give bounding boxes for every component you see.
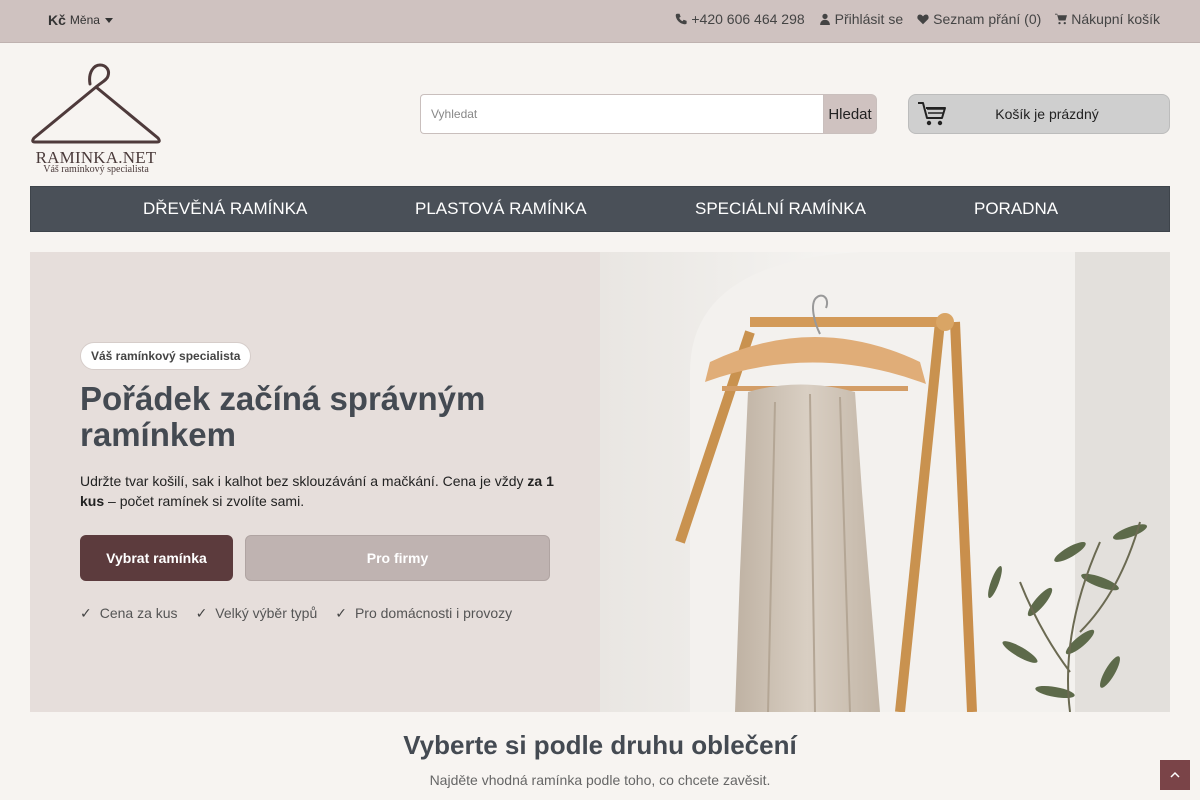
search-button[interactable]: Hledat <box>823 94 877 134</box>
logo[interactable]: RAMINKA.NET Váš ramínkový specialista <box>30 62 162 178</box>
hero-benefits: ✓ Cena za kus ✓ Velký výběr typů ✓ Pro domá… <box>80 605 512 622</box>
nav-item-special[interactable]: SPECIÁLNÍ RAMÍNKA <box>695 187 866 231</box>
top-bar: Kč Měna +420 606 464 298 Přihlásit se Se… <box>0 0 1200 43</box>
benefit-item: ✓ Pro domácnosti i provozy <box>335 605 512 622</box>
wishlist-link[interactable]: Seznam přání (0) <box>917 11 1041 27</box>
search-bar: Hledat <box>420 94 877 134</box>
caret-down-icon <box>104 17 113 23</box>
choose-hangers-button[interactable]: Vybrat ramínka <box>80 535 233 581</box>
cart-link[interactable]: Nákupní košík <box>1055 11 1160 27</box>
hero-text: Udržte tvar košilí, sak i kalhot bez skl… <box>80 471 560 511</box>
heart-icon <box>917 14 929 25</box>
benefit-item: ✓ Cena za kus <box>80 605 178 622</box>
benefit-item: ✓ Velký výběr typů <box>196 605 318 622</box>
section-title: Vyberte si podle druhu oblečení <box>403 730 797 760</box>
login-link[interactable]: Přihlásit se <box>819 11 903 27</box>
cart-box[interactable]: Košík je prázdný <box>908 94 1170 134</box>
cart-link-label: Nákupní košík <box>1071 11 1160 27</box>
phone-link[interactable]: +420 606 464 298 <box>675 11 805 27</box>
nav-item-plastic[interactable]: PLASTOVÁ RAMÍNKA <box>415 187 587 231</box>
benefit-label: Pro domácnosti i provozy <box>354 605 513 621</box>
login-label: Přihlásit se <box>834 11 904 27</box>
hero-image <box>600 252 1170 712</box>
cart-status: Košík je prázdný <box>995 106 1099 122</box>
hero-title: Pořádek začíná správným ramínkem <box>80 380 486 453</box>
hero-text-part1: Udržte tvar košilí, sak i kalhot bez skl… <box>80 473 528 489</box>
currency-selector[interactable]: Kč Měna <box>48 12 113 28</box>
benefit-label: Cena za kus <box>99 605 178 621</box>
benefit-label: Velký výběr typů <box>215 605 318 621</box>
section-subtitle: Najděte vhodná ramínka podle toho, co ch… <box>429 772 771 788</box>
top-links: +420 606 464 298 Přihlásit se Seznam přá… <box>675 11 1160 27</box>
hero-panel: Váš ramínkový specialista Pořádek začíná… <box>30 252 600 712</box>
checkmark-icon: ✓ <box>80 605 92 621</box>
currency-label: Měna <box>69 13 100 27</box>
checkmark-icon: ✓ <box>195 605 208 621</box>
currency-symbol: Kč <box>48 12 66 28</box>
hero-text-part2: – počet ramínek si zvolíte sami. <box>104 493 305 509</box>
hanger-with-linen-image <box>600 252 1170 712</box>
scroll-to-top-button[interactable] <box>1160 760 1190 790</box>
hanger-icon <box>31 63 161 144</box>
cart-icon <box>1055 13 1068 25</box>
hero-badge: Váš ramínkový specialista <box>80 342 252 370</box>
phone-icon <box>676 13 687 25</box>
search-input[interactable] <box>420 94 823 134</box>
phone-number: +420 606 464 298 <box>691 11 805 27</box>
wishlist-label: Seznam přání (0) <box>933 11 1042 27</box>
checkmark-icon: ✓ <box>335 605 347 621</box>
user-icon <box>819 13 830 25</box>
chevron-up-icon <box>1170 771 1180 778</box>
for-companies-button[interactable]: Pro firmy <box>245 535 550 581</box>
nav-item-advice[interactable]: PORADNA <box>974 187 1058 231</box>
logo-tagline: Váš ramínkový specialista <box>43 164 149 175</box>
main-nav: DŘEVĚNÁ RAMÍNKA PLASTOVÁ RAMÍNKA SPECIÁL… <box>30 186 1170 232</box>
nav-item-wooden[interactable]: DŘEVĚNÁ RAMÍNKA <box>143 187 307 231</box>
shopping-cart-icon <box>918 102 946 126</box>
